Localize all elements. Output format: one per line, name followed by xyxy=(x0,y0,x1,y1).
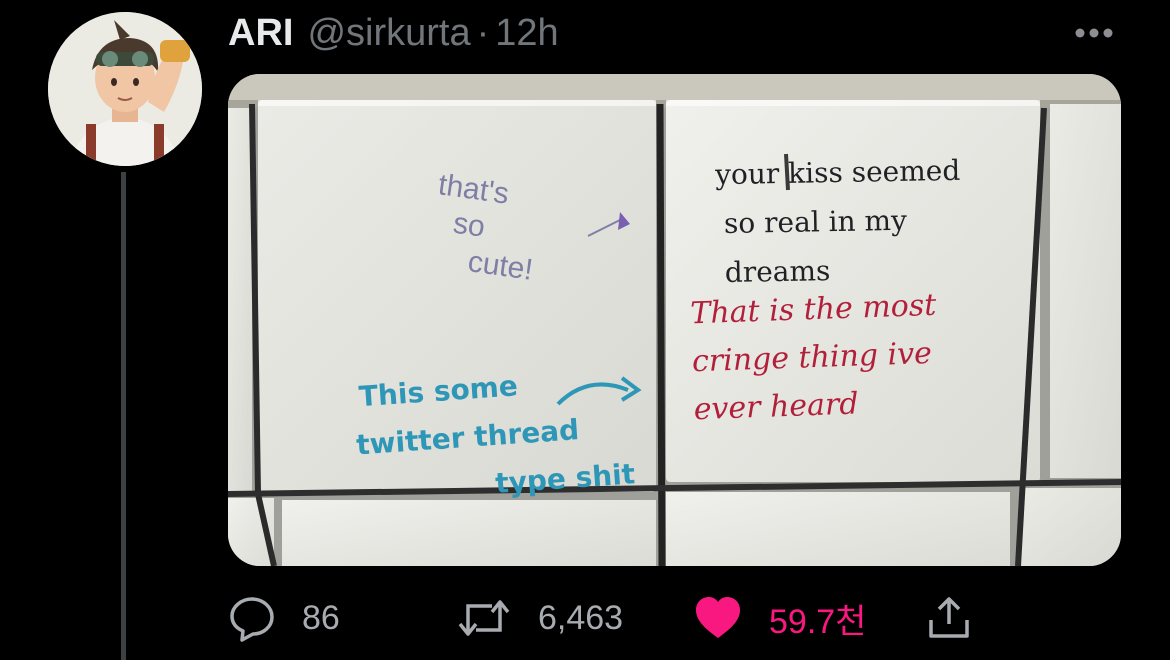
author-name[interactable]: ARI xyxy=(228,12,293,55)
like-button[interactable]: 59.7천 xyxy=(693,592,866,644)
share-button[interactable] xyxy=(925,592,973,644)
note-black-text: your kiss seemed so real in my dreams xyxy=(715,146,963,297)
reply-count: 86 xyxy=(302,598,340,637)
reply-button[interactable]: 86 xyxy=(228,592,340,644)
share-icon xyxy=(929,597,969,638)
heart-filled-icon xyxy=(696,597,740,638)
note-line: That is the most xyxy=(689,287,937,332)
note-purple-text: that's so cute! xyxy=(426,167,545,289)
like-count: 59.7천 xyxy=(769,602,867,641)
author-avatar[interactable] xyxy=(48,12,202,166)
note-red-text: That is the most cringe thing ive ever h… xyxy=(690,282,941,434)
tweet-timestamp[interactable]: 12h xyxy=(495,12,558,55)
tweet-action-bar: 86 6,463 59.7천 xyxy=(228,592,988,644)
more-horizontal-icon xyxy=(1075,28,1113,38)
tweet-photo[interactable]: that's so cute! your kiss seemed so real… xyxy=(228,74,1121,566)
retweet-count: 6,463 xyxy=(538,598,624,637)
note-line: cringe thing ive xyxy=(691,335,933,380)
note-line: your kiss seemed xyxy=(714,153,961,192)
reply-bubble-icon xyxy=(230,597,274,642)
avatar-illustration xyxy=(48,12,202,166)
more-options-button[interactable] xyxy=(1070,18,1118,48)
note-line: ever heard xyxy=(693,386,860,428)
tweet-header: ARI @sirkurta · 12h xyxy=(228,12,559,56)
author-handle[interactable]: @sirkurta xyxy=(307,12,470,55)
retweet-button[interactable]: 6,463 xyxy=(456,592,623,644)
thread-connector-line xyxy=(121,172,126,660)
header-separator: · xyxy=(476,12,490,54)
retweet-icon xyxy=(458,600,510,636)
note-blue-text: This some twitter thread type shit xyxy=(351,355,636,518)
note-line: so real in my xyxy=(723,203,908,240)
